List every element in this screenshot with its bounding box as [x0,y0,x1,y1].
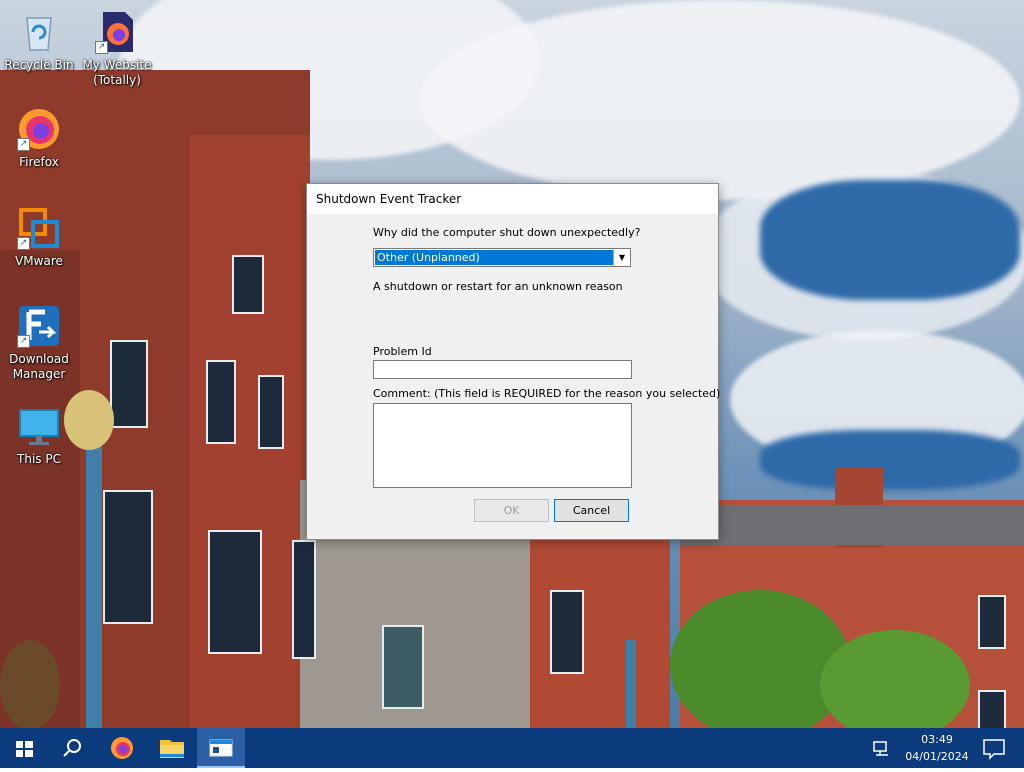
start-button[interactable] [0,728,48,768]
shortcut-arrow-icon: ↗ [95,41,108,54]
desktop-icon-my-website[interactable]: ↗ My Website (Totally) [80,10,154,88]
clock-time: 03:49 [921,733,953,746]
shutdown-event-tracker-dialog: Shutdown Event Tracker Why did the compu… [306,183,721,540]
monitor-icon [17,404,61,448]
network-tray[interactable] [864,728,900,768]
windows-start-icon [16,741,33,757]
shortcut-arrow-icon: ↗ [17,335,30,348]
shutdown-question-label: Why did the computer shut down unexpecte… [373,226,641,239]
notification-icon [983,739,1005,760]
desktop-icon-label: My Website (Totally) [82,58,152,87]
search-button[interactable] [48,728,96,768]
taskbar-firefox[interactable] [98,728,146,768]
problem-id-label: Problem Id [373,345,432,358]
desktop-icon-firefox[interactable]: ↗ Firefox [2,107,76,170]
firefox-icon [111,737,133,759]
dialog-title-bar[interactable]: Shutdown Event Tracker [307,184,718,214]
file-explorer-icon [160,740,184,758]
desktop-icon-vmware[interactable]: ↗ VMware [2,206,76,269]
desktop-icon-label: Firefox [19,155,59,169]
desktop-icon-label: Recycle Bin [4,58,74,72]
cancel-button[interactable]: Cancel [554,499,629,522]
problem-id-field[interactable] [373,360,632,379]
recycle-bin-icon [17,10,61,54]
shutdown-reason-dropdown[interactable]: Other (Unplanned) ▼ [373,248,631,267]
desktop-icon-label: This PC [17,452,61,466]
dialog-title: Shutdown Event Tracker [316,192,462,206]
ok-button[interactable]: OK [474,499,549,522]
firefox-icon: ↗ [17,107,61,151]
shortcut-arrow-icon: ↗ [17,237,30,250]
comment-field[interactable] [373,403,632,488]
clock-date: 04/01/2024 [905,750,969,763]
comment-label: Comment: (This field is REQUIRED for the… [373,387,721,400]
firefox-icon: ↗ [95,10,139,54]
taskbar-shutdown-tracker[interactable] [197,728,245,768]
desktop-icon-label: Download Manager [9,352,69,381]
desktop-icon-label: VMware [15,254,63,268]
desktop-icon-this-pc[interactable]: This PC [2,404,76,467]
shortcut-arrow-icon: ↗ [17,138,30,151]
shutdown-reason-selected: Other (Unplanned) [375,250,613,265]
network-icon [873,741,888,756]
taskbar: 03:49 04/01/2024 [0,728,1024,768]
shutdown-tracker-icon [209,739,233,757]
vmware-icon: ↗ [17,206,61,250]
desktop-icon-download-manager[interactable]: ↗ Download Manager [2,304,76,382]
reason-description: A shutdown or restart for an unknown rea… [373,280,623,293]
desktop-icon-recycle-bin[interactable]: Recycle Bin [2,10,76,73]
notification-center-button[interactable] [970,728,1018,768]
taskbar-file-explorer[interactable] [148,728,196,768]
chevron-down-icon[interactable]: ▼ [613,249,630,266]
download-manager-icon: ↗ [17,304,61,348]
taskbar-clock[interactable]: 03:49 04/01/2024 [902,731,972,765]
search-icon [63,739,81,757]
